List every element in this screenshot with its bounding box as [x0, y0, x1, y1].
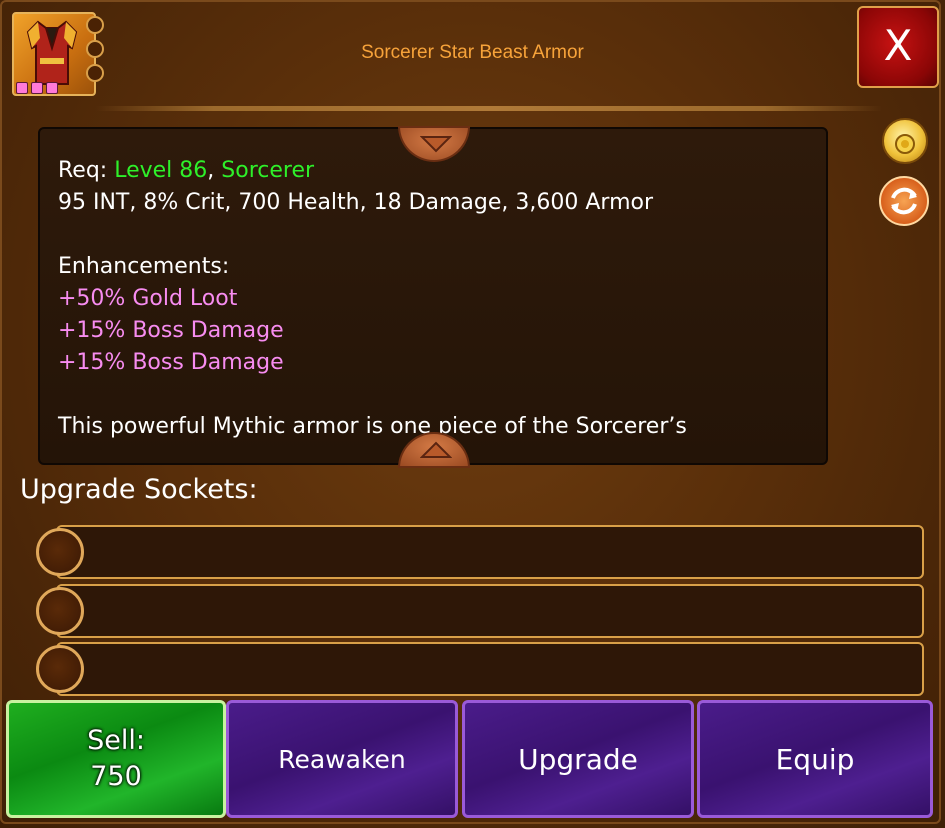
upgrade-sockets-label: Upgrade Sockets:: [20, 474, 258, 505]
socket-bar: [56, 642, 924, 696]
requirement-separator: ,: [207, 158, 222, 183]
rarity-star: [31, 82, 43, 94]
sell-label: Sell:: [87, 725, 145, 756]
enhancement-item: +50% Gold Loot: [58, 286, 238, 311]
header-divider: [96, 106, 882, 111]
socket-circle-icon: [36, 587, 84, 635]
requirement-prefix: Req:: [58, 158, 115, 183]
upgrade-button[interactable]: Upgrade: [462, 700, 694, 818]
item-socket-indicator: [86, 64, 104, 82]
rarity-star: [16, 82, 28, 94]
enhancement-item: +15% Boss Damage: [58, 350, 284, 375]
reawaken-button[interactable]: Reawaken: [226, 700, 458, 818]
item-socket-indicator: [86, 16, 104, 34]
upgrade-socket-slot[interactable]: [36, 584, 924, 638]
enhancements-label: Enhancements:: [58, 254, 230, 279]
triangle-up-icon: [420, 441, 452, 458]
sell-value: 750: [90, 761, 142, 792]
upgrade-socket-slot[interactable]: [36, 525, 924, 579]
socket-circle-icon: [36, 528, 84, 576]
rarity-star: [46, 82, 58, 94]
swap-icon[interactable]: [879, 176, 929, 226]
socket-circle-icon: [36, 645, 84, 693]
sell-button[interactable]: Sell: 750: [6, 700, 226, 818]
triangle-down-icon: [420, 136, 452, 153]
item-stats: 95 INT, 8% Crit, 700 Health, 18 Damage, …: [58, 190, 654, 215]
item-title: Sorcerer Star Beast Armor: [361, 42, 584, 63]
required-class: Sorcerer: [221, 158, 315, 183]
rarity-stars: [16, 82, 58, 94]
close-button[interactable]: X: [857, 6, 939, 88]
upgrade-socket-slot[interactable]: [36, 642, 924, 696]
socket-bar: [56, 525, 924, 579]
item-description-panel[interactable]: Req: Level 86, Sorcerer 95 INT, 8% Crit,…: [38, 127, 828, 465]
socket-bar: [56, 584, 924, 638]
enhancement-item: +15% Boss Damage: [58, 318, 284, 343]
gold-bag-icon[interactable]: [882, 118, 928, 164]
required-level: Level 86: [114, 158, 208, 183]
equip-button[interactable]: Equip: [697, 700, 933, 818]
